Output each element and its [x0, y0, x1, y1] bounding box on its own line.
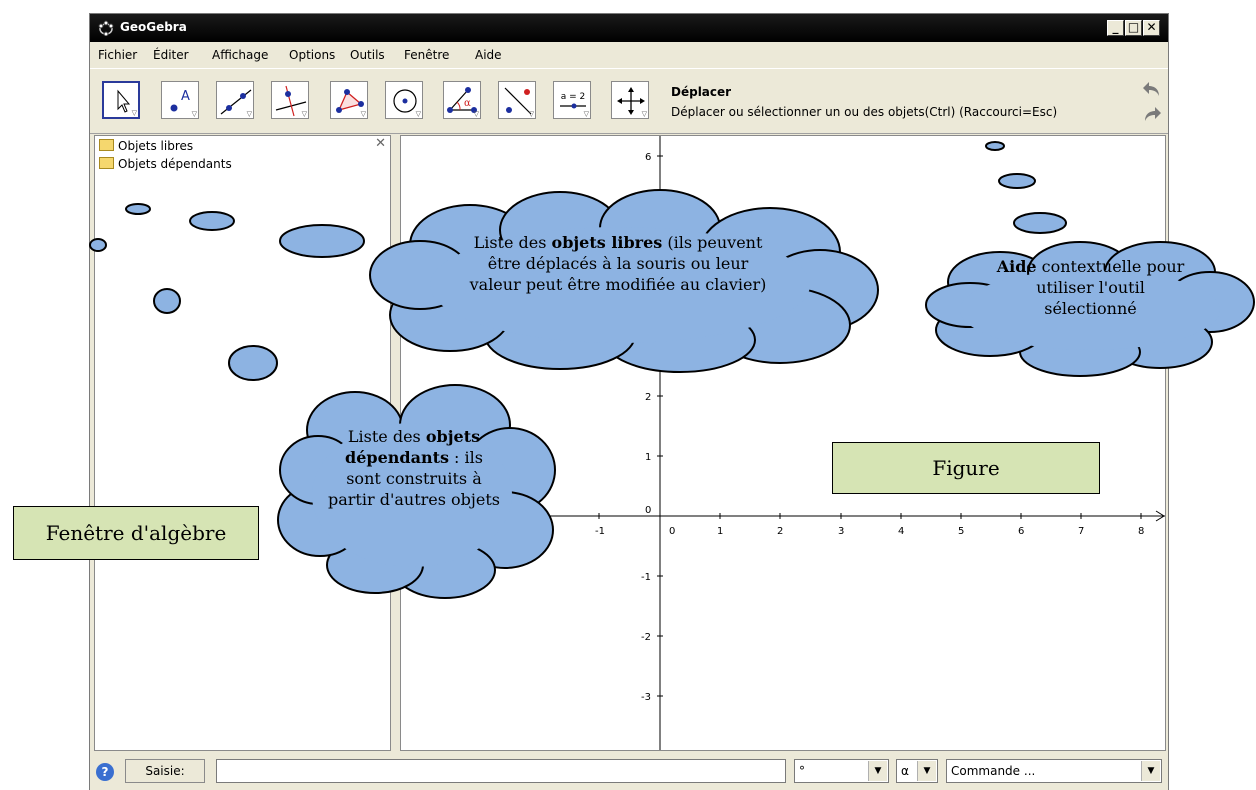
annotation-overlay [89, 141, 1255, 599]
thought-bubble [998, 173, 1036, 189]
label-figure: Figure [832, 442, 1100, 494]
thought-bubble [228, 345, 278, 381]
cloud-dependent-objects-text: Liste des objets dépendants : ils sont c… [328, 427, 500, 509]
label-algebra-window: Fenêtre d'algèbre [13, 506, 259, 560]
cloud-help-text: Aide contextuelle pour utiliser l'outil … [996, 257, 1185, 318]
thought-bubble [125, 203, 151, 215]
thought-bubble [279, 224, 365, 258]
thought-bubble [89, 238, 107, 252]
thought-bubble [1013, 212, 1067, 234]
thought-bubble [189, 211, 235, 231]
thought-bubble [985, 141, 1005, 151]
cloud-free-objects-text: Liste des objets libres (ils peuvent êtr… [469, 233, 767, 294]
thought-bubble [153, 288, 181, 314]
